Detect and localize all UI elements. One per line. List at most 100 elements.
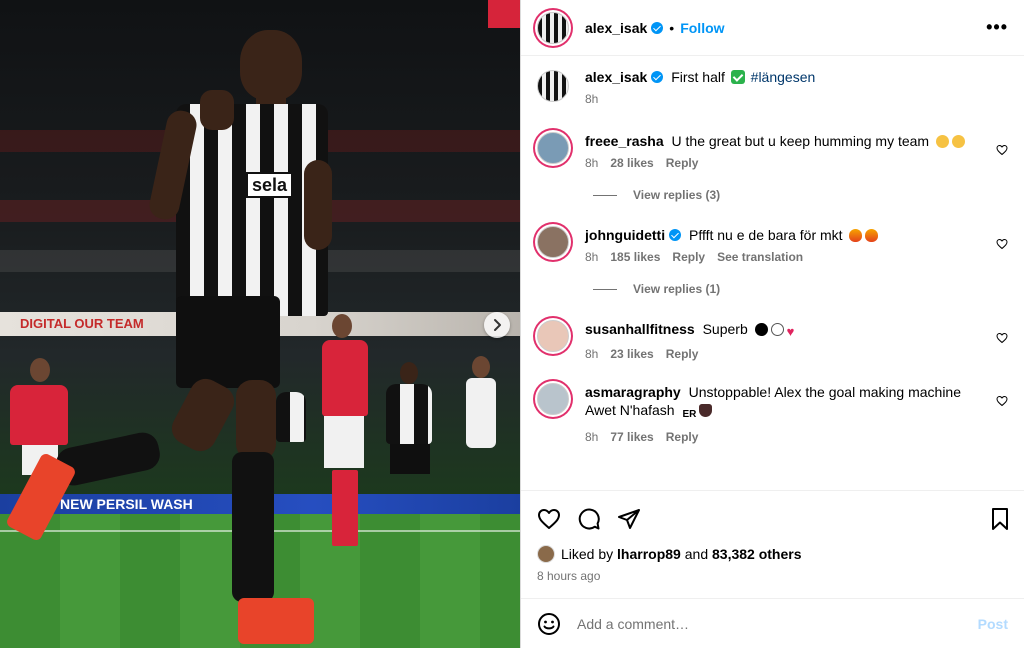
comment-input[interactable] xyxy=(577,615,978,632)
caption-timestamp: 8h xyxy=(585,92,599,106)
teammate-head xyxy=(400,362,418,384)
opponent-player-head xyxy=(472,356,490,378)
commenter-username-link[interactable]: freee_rasha xyxy=(585,133,664,149)
player-shorts xyxy=(176,296,280,388)
white-circle-emoji-icon xyxy=(770,323,784,336)
er-flag-emoji: ER xyxy=(682,409,697,420)
player-front-boot xyxy=(238,598,314,644)
view-replies-label: View replies (1) xyxy=(633,282,721,296)
verified-badge-icon xyxy=(651,71,664,83)
commenter-avatar[interactable] xyxy=(537,226,569,258)
carousel-next-button[interactable] xyxy=(484,312,510,338)
emoji-picker-icon[interactable] xyxy=(537,612,561,636)
comment-likes-link[interactable]: 185 likes xyxy=(610,250,660,264)
reply-button[interactable]: Reply xyxy=(666,347,699,361)
comment-item: freee_rasha U the great but u keep hummi… xyxy=(537,132,1008,170)
comment-text-line: susanhallfitness Superb ♥ xyxy=(585,320,980,341)
post-comment-button[interactable]: Post xyxy=(978,616,1008,632)
reply-button[interactable]: Reply xyxy=(672,250,705,264)
comment-meta: 8h 185 likes Reply See translation xyxy=(585,250,980,264)
comment-timestamp: 8h xyxy=(585,250,599,264)
view-replies-label: View replies (3) xyxy=(633,188,721,202)
liker-avatar[interactable] xyxy=(537,545,555,563)
post-actions: Liked by lharrop89 and 83,382 others 8 h… xyxy=(521,490,1024,598)
share-paper-plane-icon[interactable] xyxy=(617,507,641,531)
board-text: NEW PERSIL WASH xyxy=(60,496,193,512)
replies-divider-line xyxy=(593,288,617,290)
likes-prefix: Liked by xyxy=(561,546,614,562)
opponent-player-head xyxy=(332,314,352,338)
opponent-player-socks xyxy=(332,470,358,546)
reply-button[interactable]: Reply xyxy=(666,156,699,170)
shield-emoji-icon xyxy=(699,404,713,417)
player-head xyxy=(240,30,302,100)
laughing-emoji-icon xyxy=(935,135,949,148)
caption-author-avatar[interactable] xyxy=(537,70,569,102)
fire-emoji-icon xyxy=(849,229,863,242)
author-username-link[interactable]: alex_isak xyxy=(585,19,664,36)
comment-text-line: asmaragraphy Unstoppable! Alex the goal … xyxy=(585,383,980,424)
teammate-shorts xyxy=(390,444,430,474)
comment-item: johnguidetti Pffft nu e de bara för mkt … xyxy=(537,226,1008,264)
more-options-icon[interactable]: ••• xyxy=(986,17,1008,38)
like-comment-heart-icon[interactable] xyxy=(996,395,1008,407)
post-timestamp: 8 hours ago xyxy=(537,569,601,583)
comment-text: Pffft nu e de bara för mkt xyxy=(688,227,843,243)
commenter-username-link[interactable]: johnguidetti xyxy=(585,227,682,243)
chevron-right-icon xyxy=(494,319,501,331)
likes-connector: and xyxy=(684,546,709,562)
like-comment-heart-icon[interactable] xyxy=(996,144,1008,156)
like-comment-heart-icon[interactable] xyxy=(996,238,1008,250)
likes-others-link[interactable]: 83,382 others xyxy=(712,546,802,562)
comment-item: susanhallfitness Superb ♥ 8h 23 likes Re… xyxy=(537,320,1008,361)
opponent-player-shirt xyxy=(466,378,496,448)
author-username: alex_isak xyxy=(585,19,648,36)
red-heart-emoji-icon: ♥ xyxy=(786,324,795,339)
player-front-thigh xyxy=(236,380,276,460)
see-translation-button[interactable]: See translation xyxy=(717,250,803,264)
comment-item: asmaragraphy Unstoppable! Alex the goal … xyxy=(537,383,1008,444)
view-replies-button[interactable]: View replies (1) xyxy=(593,282,1008,296)
like-heart-icon[interactable] xyxy=(537,507,561,531)
player-thumb-hand xyxy=(200,90,234,130)
comment-meta: 8h 23 likes Reply xyxy=(585,347,980,361)
opponent-player-head xyxy=(30,358,50,382)
verified-badge-icon xyxy=(669,229,682,241)
comment-likes-link[interactable]: 77 likes xyxy=(610,430,653,444)
commenter-avatar[interactable] xyxy=(537,132,569,164)
post-header: alex_isak • Follow ••• xyxy=(521,0,1024,56)
author-avatar[interactable] xyxy=(537,11,569,44)
post-media-image[interactable]: DIGITAL OUR TEAM NEW PERSIL WASH sela xyxy=(0,0,520,648)
reply-button[interactable]: Reply xyxy=(666,430,699,444)
opponent-player-shorts xyxy=(324,416,364,468)
comment-likes-link[interactable]: 28 likes xyxy=(610,156,653,170)
commenter-username-link[interactable]: susanhallfitness xyxy=(585,321,695,337)
liker-username-link[interactable]: lharrop89 xyxy=(617,546,681,562)
comment-meta: 8h 28 likes Reply xyxy=(585,156,980,170)
follow-button[interactable]: Follow xyxy=(680,20,724,36)
action-icons-row xyxy=(537,503,1012,535)
player-front-sock xyxy=(232,452,274,602)
comment-likes-link[interactable]: 23 likes xyxy=(610,347,653,361)
caption: alex_isak First half #längesen 8h xyxy=(537,68,1008,106)
commenter-avatar[interactable] xyxy=(537,383,569,415)
caption-username-link[interactable]: alex_isak xyxy=(585,69,664,85)
comment-timestamp: 8h xyxy=(585,347,599,361)
laughing-emoji-icon xyxy=(951,135,965,148)
comment-meta: 8h 77 likes Reply xyxy=(585,430,980,444)
commenter-username-link[interactable]: asmaragraphy xyxy=(585,384,681,400)
opponent-player-shirt xyxy=(10,385,68,445)
comments-list[interactable]: alex_isak First half #längesen 8h freee_… xyxy=(521,56,1024,490)
caption-text-line: alex_isak First half #längesen xyxy=(585,68,980,86)
board-text: DIGITAL OUR TEAM xyxy=(20,316,144,331)
commenter-avatar[interactable] xyxy=(537,320,569,352)
save-bookmark-icon[interactable] xyxy=(988,507,1012,531)
view-replies-button[interactable]: View replies (3) xyxy=(593,188,1008,202)
caption-username: alex_isak xyxy=(585,69,648,85)
like-comment-heart-icon[interactable] xyxy=(996,332,1008,344)
caption-hashtag-link[interactable]: #längesen xyxy=(751,69,816,85)
comment-bubble-icon[interactable] xyxy=(577,507,601,531)
post-side-panel: alex_isak • Follow ••• alex_isak First h… xyxy=(520,0,1024,648)
comment-timestamp: 8h xyxy=(585,430,599,444)
comment-text: U the great but u keep humming my team xyxy=(671,133,930,149)
